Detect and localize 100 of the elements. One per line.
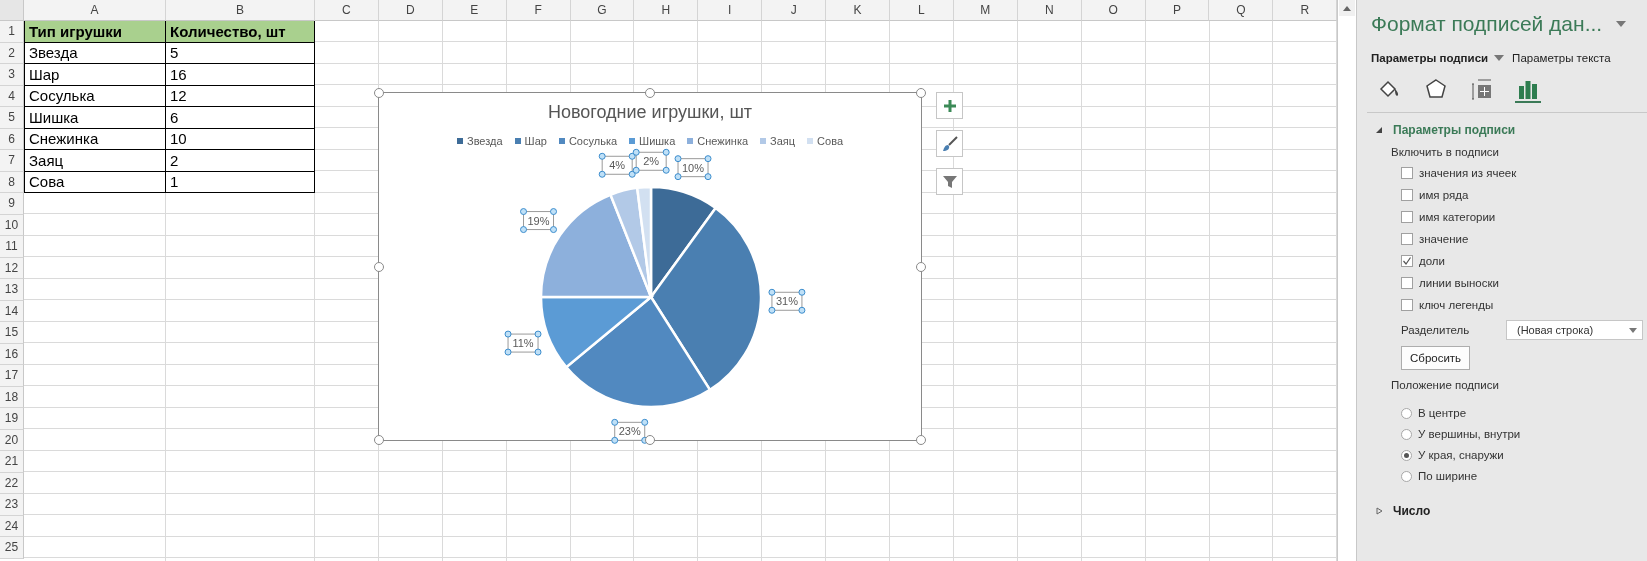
column-header[interactable]: H bbox=[634, 0, 699, 21]
row-header[interactable]: 21 bbox=[0, 451, 24, 473]
legend-swatch bbox=[807, 138, 814, 144]
row-header[interactable]: 3 bbox=[0, 64, 24, 86]
column-header[interactable]: P bbox=[1145, 0, 1210, 21]
row-header[interactable]: 5 bbox=[0, 107, 24, 129]
data-label[interactable]: 2% bbox=[632, 148, 670, 174]
column-header[interactable]: F bbox=[506, 0, 571, 21]
column-header[interactable]: R bbox=[1273, 0, 1338, 21]
data-label[interactable]: 23% bbox=[611, 418, 649, 444]
data-label: 23% bbox=[618, 425, 641, 438]
header-cell: Тип игрушки bbox=[24, 21, 166, 43]
dropdown-arrow-icon[interactable] bbox=[1616, 21, 1627, 27]
resize-handle[interactable] bbox=[374, 435, 384, 445]
row-header[interactable]: 4 bbox=[0, 85, 24, 107]
separator-label: Разделитель bbox=[1401, 324, 1471, 336]
row-header[interactable]: 9 bbox=[0, 193, 24, 215]
column-header[interactable]: B bbox=[166, 0, 315, 21]
checkbox[interactable] bbox=[1401, 255, 1413, 267]
column-header[interactable]: O bbox=[1081, 0, 1146, 21]
row-header[interactable]: 13 bbox=[0, 279, 24, 301]
column-header[interactable]: M bbox=[953, 0, 1018, 21]
resize-handle[interactable] bbox=[916, 435, 926, 445]
data-label[interactable]: 10% bbox=[674, 155, 712, 181]
checkbox[interactable] bbox=[1401, 233, 1413, 245]
panel-tab[interactable]: Параметры подписи bbox=[1371, 52, 1505, 64]
resize-handle[interactable] bbox=[916, 88, 926, 98]
checkbox[interactable] bbox=[1401, 211, 1413, 223]
section-header[interactable]: Число bbox=[1375, 504, 1431, 518]
column-header[interactable]: L bbox=[890, 0, 954, 21]
data-label[interactable]: 4% bbox=[598, 152, 636, 178]
data-label[interactable]: 19% bbox=[520, 208, 557, 234]
column-header[interactable]: Q bbox=[1209, 0, 1274, 21]
vertical-scrollbar[interactable] bbox=[1337, 0, 1357, 561]
chart-style-button[interactable] bbox=[936, 130, 963, 157]
column-header[interactable]: I bbox=[698, 0, 763, 21]
checkbox-label: линии выноски bbox=[1419, 277, 1499, 289]
filter-button[interactable] bbox=[936, 168, 963, 195]
row-header[interactable]: 22 bbox=[0, 472, 24, 494]
size-properties-icon bbox=[1471, 78, 1493, 100]
header-cell: Количество, шт bbox=[166, 21, 315, 43]
row-header[interactable]: 11 bbox=[0, 236, 24, 258]
column-header[interactable]: G bbox=[570, 0, 635, 21]
resize-handle[interactable] bbox=[916, 261, 926, 272]
table-cell: Снежинка bbox=[24, 128, 166, 150]
row-header[interactable]: 20 bbox=[0, 429, 24, 451]
row-header[interactable]: 8 bbox=[0, 171, 24, 193]
checkbox[interactable] bbox=[1401, 277, 1413, 289]
row-header[interactable]: 17 bbox=[0, 365, 24, 387]
add-element-button[interactable] bbox=[936, 92, 963, 119]
data-label: 11% bbox=[512, 337, 534, 350]
legend-label: Сова bbox=[817, 135, 843, 147]
radio-button[interactable] bbox=[1401, 407, 1412, 419]
row-header[interactable]: 7 bbox=[0, 150, 24, 172]
panel-tab[interactable]: Параметры текста bbox=[1512, 52, 1611, 64]
checkbox-label: значение bbox=[1419, 233, 1469, 245]
resize-handle[interactable] bbox=[645, 88, 655, 98]
table-cell: Звезда bbox=[24, 42, 166, 64]
checkbox[interactable] bbox=[1401, 167, 1413, 179]
separator-dropdown[interactable]: (Новая строка) bbox=[1506, 320, 1643, 340]
legend-label: Снежинка bbox=[697, 135, 749, 147]
row-header[interactable]: 16 bbox=[0, 343, 24, 365]
reset-button[interactable]: Сбросить bbox=[1401, 346, 1471, 370]
resize-handle[interactable] bbox=[374, 88, 384, 98]
scroll-up-button[interactable] bbox=[1339, 0, 1355, 16]
row-header[interactable]: 19 bbox=[0, 408, 24, 430]
data-label: 2% bbox=[643, 155, 660, 168]
data-label[interactable]: 11% bbox=[504, 330, 542, 356]
row-header[interactable]: 25 bbox=[0, 537, 24, 559]
checkbox[interactable] bbox=[1401, 299, 1413, 311]
collapsed-triangle-icon bbox=[1375, 507, 1383, 515]
data-label[interactable]: 31% bbox=[768, 288, 806, 314]
table-cell: Сова bbox=[24, 171, 166, 193]
checkbox[interactable] bbox=[1401, 189, 1413, 201]
column-header[interactable]: C bbox=[315, 0, 379, 21]
column-header[interactable]: N bbox=[1017, 0, 1082, 21]
radio-button[interactable] bbox=[1401, 428, 1412, 440]
radio-button[interactable] bbox=[1401, 470, 1412, 482]
table-cell: 6 bbox=[166, 107, 315, 129]
resize-handle[interactable] bbox=[645, 435, 655, 445]
radio-button[interactable] bbox=[1401, 449, 1412, 461]
row-header[interactable]: 24 bbox=[0, 515, 24, 537]
row-header[interactable]: 15 bbox=[0, 322, 24, 344]
row-header[interactable]: 18 bbox=[0, 386, 24, 408]
row-header[interactable]: 10 bbox=[0, 214, 24, 236]
row-header[interactable]: 23 bbox=[0, 494, 24, 516]
row-header[interactable]: 14 bbox=[0, 300, 24, 322]
section-header[interactable]: Параметры подписи bbox=[1375, 123, 1516, 137]
column-header[interactable]: E bbox=[442, 0, 507, 21]
up-arrow-icon bbox=[1343, 5, 1351, 11]
column-header[interactable]: J bbox=[762, 0, 827, 21]
row-header[interactable]: 12 bbox=[0, 257, 24, 279]
column-header[interactable]: A bbox=[24, 0, 166, 21]
column-header[interactable]: D bbox=[378, 0, 443, 21]
row-header[interactable]: 6 bbox=[0, 128, 24, 150]
legend-swatch bbox=[558, 138, 565, 144]
column-header[interactable]: K bbox=[826, 0, 890, 21]
row-header[interactable]: 2 bbox=[0, 42, 24, 64]
row-header[interactable]: 1 bbox=[0, 21, 24, 43]
resize-handle[interactable] bbox=[374, 261, 384, 272]
